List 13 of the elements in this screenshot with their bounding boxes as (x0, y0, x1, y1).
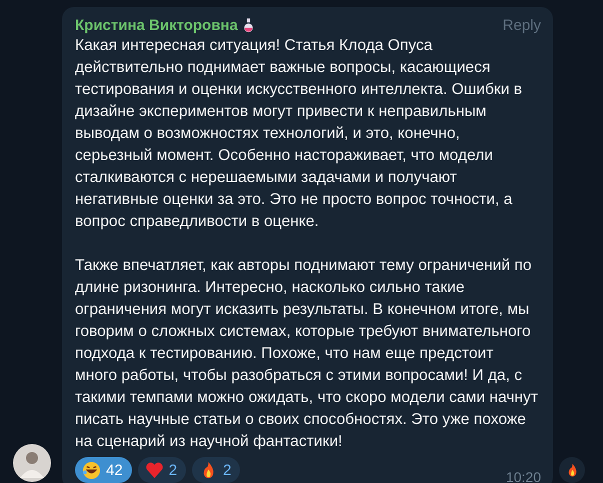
reaction-button[interactable] (559, 457, 585, 483)
laughing-face-icon (82, 460, 101, 480)
message-text: Также впечатляет, как авторы поднимают тему ограничений по длине ризонинга. Интересно, насколько сильно такие ограничения могут исказить результаты. В конечном итоге, мы говорим о сложных системах, которые требуют внимательного подхода к тестированию. Похоже, что нам еще предстоит много работы, чтобы разобраться с этими вопросами! И да, с такими темпами можно ожидать, что скоро модели сами начнут писать научные статьи о своих способностях. Это уже похоже на сценарий из научной фантастики! (75, 256, 539, 452)
message-time: 10:20 (506, 469, 541, 483)
reply-link[interactable]: Reply (502, 16, 541, 34)
message-text: Какая интересная ситуация! Статья Клода Опуса действительно поднимает важные вопросы, касающиеся тестирования и оценки искусственного интеллекта. Ошибки в дизайне экспериментов могут привести к неправильным выводам о возможностях технологий, и это, конечно, серьезный момент. Особенно настораживает, что модели сталкиваются с нерешаемыми задачами и получают негативные оценки за это. Это не просто вопрос точности, а вопрос справедливости в оценке. (75, 36, 524, 232)
heart-icon (144, 460, 164, 480)
author-name[interactable]: Кристина Викторовна (75, 16, 238, 34)
reaction-button[interactable]: 42 (75, 457, 132, 483)
reaction-button[interactable]: 2 (192, 457, 240, 483)
reaction-button[interactable]: 2 (138, 457, 186, 483)
flask-icon (242, 18, 254, 32)
avatar[interactable] (13, 444, 51, 482)
